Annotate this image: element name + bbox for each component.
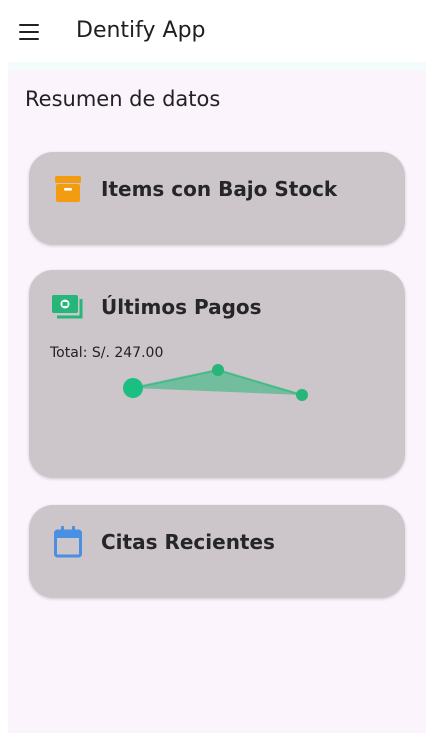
- payments-chart: [123, 364, 308, 401]
- payments-card[interactable]: Últimos Pagos Total: S/. 247.00: [29, 270, 405, 478]
- low-stock-title: Items con Bajo Stock: [101, 177, 338, 201]
- section-title: Resumen de datos: [25, 87, 221, 111]
- app-title: Dentify App: [76, 18, 206, 43]
- card-header: Items con Bajo Stock: [51, 172, 337, 206]
- appointments-title: Citas Recientes: [101, 530, 275, 554]
- main-content: Resumen de datos Items con Bajo Stock Úl…: [8, 62, 426, 733]
- menu-icon[interactable]: [19, 24, 39, 40]
- archive-box-icon: [51, 172, 85, 206]
- payments-point[interactable]: [123, 378, 143, 398]
- card-header: Citas Recientes: [51, 525, 275, 559]
- payments-point[interactable]: [212, 364, 224, 376]
- calendar-icon: [51, 525, 85, 559]
- payments-point[interactable]: [296, 389, 308, 401]
- app-bar: Dentify App: [0, 0, 430, 62]
- low-stock-card[interactable]: Items con Bajo Stock: [29, 152, 405, 245]
- appointments-card[interactable]: Citas Recientes: [29, 505, 405, 598]
